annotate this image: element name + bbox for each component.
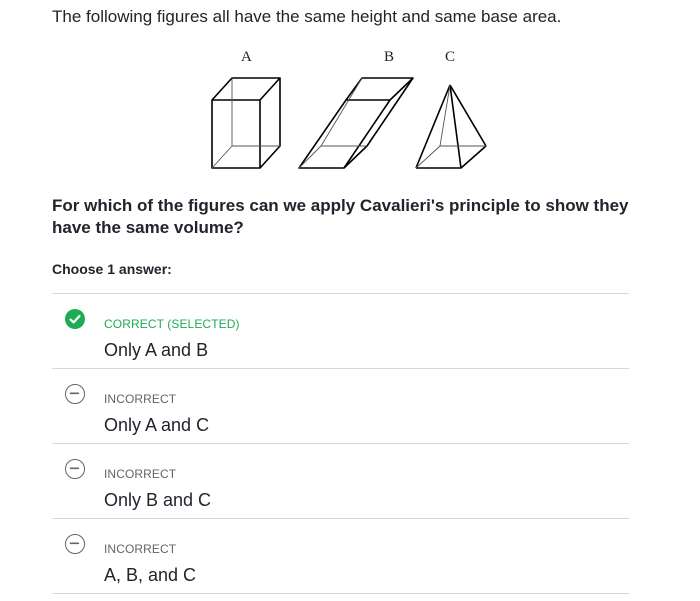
prism-a [211, 77, 281, 169]
check-icon [65, 309, 85, 329]
choose-label: Choose 1 answer: [52, 261, 172, 277]
choice-status: INCORRECT [104, 392, 177, 406]
figure-label-b: B [384, 49, 395, 65]
figure-label-c: C [445, 49, 456, 65]
choice-text: Only A and C [104, 415, 210, 435]
choice-b-and-c[interactable]: INCORRECT Only B and C [52, 444, 629, 519]
oblique-prism-b [298, 77, 414, 169]
pyramid-c [415, 84, 487, 169]
intro-text: The following figures all have the same … [52, 7, 562, 26]
solids-figure: A B C [200, 48, 500, 178]
minus-circle-icon [65, 459, 85, 479]
choice-a-and-c[interactable]: INCORRECT Only A and C [52, 369, 629, 444]
solids-drawing [211, 77, 487, 169]
figure-label-a: A [241, 49, 252, 65]
question-text: For which of the figures can we apply Ca… [52, 196, 629, 237]
choice-a-and-b[interactable]: CORRECT (SELECTED) Only A and B [52, 294, 629, 369]
choice-status: INCORRECT [104, 542, 177, 556]
choice-text: A, B, and C [104, 565, 197, 585]
answer-choices: CORRECT (SELECTED) Only A and B INCORREC… [52, 293, 629, 594]
choice-status: INCORRECT [104, 467, 177, 481]
choice-text: Only B and C [104, 490, 212, 510]
minus-circle-icon [65, 534, 85, 554]
choice-a-b-and-c[interactable]: INCORRECT A, B, and C [52, 519, 629, 594]
minus-circle-icon [65, 384, 85, 404]
choice-text: Only A and B [104, 340, 209, 360]
choice-status: CORRECT (SELECTED) [104, 317, 240, 331]
